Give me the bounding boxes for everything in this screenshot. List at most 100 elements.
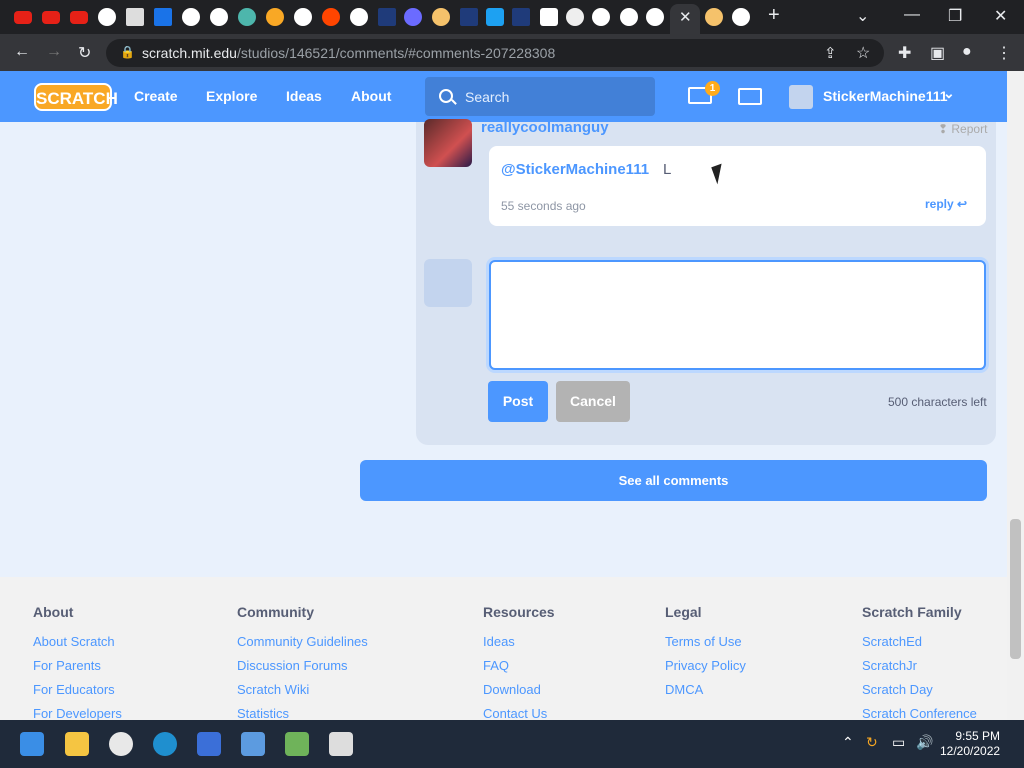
nav-ideas[interactable]: Ideas	[286, 88, 322, 104]
network-icon[interactable]: ▭	[892, 734, 905, 751]
profile-icon[interactable]: ●	[962, 43, 972, 61]
maximize-icon[interactable]: ❐	[948, 6, 962, 26]
code-tab-icon[interactable]	[460, 8, 478, 26]
footer-link[interactable]: Download	[483, 682, 555, 706]
new-tab-icon[interactable]: +	[768, 4, 780, 27]
account-username[interactable]: StickerMachine111	[823, 88, 948, 104]
url-text: scratch.mit.edu/studios/146521/comments/…	[142, 45, 556, 61]
chrome-tab-icon[interactable]	[566, 8, 584, 26]
footer-link[interactable]: ScratchJr	[862, 658, 977, 682]
notepad-icon[interactable]	[241, 732, 265, 756]
post-button[interactable]: Post	[488, 381, 548, 422]
code-tab-icon[interactable]	[512, 8, 530, 26]
google-tab-icon[interactable]	[98, 8, 116, 26]
start-icon[interactable]	[20, 732, 44, 756]
comment-timestamp: 55 seconds ago	[501, 199, 586, 213]
user-avatar[interactable]	[789, 85, 813, 109]
footer-link[interactable]: For Parents	[33, 658, 122, 682]
monitor-tab-icon[interactable]	[126, 8, 144, 26]
report-link[interactable]: ❢ Report	[938, 122, 987, 136]
footer-link[interactable]: FAQ	[483, 658, 555, 682]
footer-link[interactable]: Privacy Policy	[665, 658, 746, 682]
footer-link[interactable]: Scratch Wiki	[237, 682, 368, 706]
window-close-icon[interactable]: ✕	[994, 6, 1007, 26]
share-icon[interactable]: ⇪	[824, 44, 837, 62]
tray-chevron-icon[interactable]: ⌃	[842, 734, 854, 751]
scratch-navbar: SCRATCH Create Explore Ideas About Searc…	[0, 71, 1007, 122]
google-tab-icon[interactable]	[620, 8, 638, 26]
snipping-tool-icon[interactable]	[329, 732, 353, 756]
footer-link[interactable]: ScratchEd	[862, 634, 977, 658]
chat-tab-icon[interactable]	[486, 8, 504, 26]
footer-link[interactable]: About Scratch	[33, 634, 122, 658]
footer-link[interactable]: DMCA	[665, 682, 746, 706]
comment-textarea[interactable]	[489, 260, 986, 370]
footer-link[interactable]: Ideas	[483, 634, 555, 658]
google-tab-icon[interactable]	[646, 8, 664, 26]
youtube-tab-icon[interactable]	[42, 11, 60, 24]
cancel-button[interactable]: Cancel	[556, 381, 630, 422]
at-tab-icon[interactable]	[404, 8, 422, 26]
reddit-tab-icon[interactable]	[322, 8, 340, 26]
nav-explore[interactable]: Explore	[206, 88, 257, 104]
close-icon[interactable]: ✕	[679, 8, 692, 26]
youtube-tab-icon[interactable]	[14, 11, 32, 24]
address-bar[interactable]: 🔒 scratch.mit.edu/studios/146521/comment…	[106, 39, 884, 67]
footer-link[interactable]: Scratch Day	[862, 682, 977, 706]
tab-search-icon[interactable]: ⌄	[856, 6, 869, 26]
footer-resources: Resources Ideas FAQ Download Contact Us	[483, 604, 555, 730]
app-tab-icon[interactable]	[432, 8, 450, 26]
volume-icon[interactable]: 🔊	[916, 734, 933, 751]
tl-tab-icon[interactable]	[154, 8, 172, 26]
my-avatar	[424, 259, 472, 307]
reload-icon[interactable]: ↻	[78, 43, 91, 63]
footer-link[interactable]: For Educators	[33, 682, 122, 706]
google-tab-icon[interactable]	[732, 8, 750, 26]
footer-link[interactable]: Terms of Use	[665, 634, 746, 658]
google-tab-icon[interactable]	[182, 8, 200, 26]
back-icon[interactable]: ←	[14, 43, 30, 61]
footer-family: Scratch Family ScratchEd ScratchJr Scrat…	[862, 604, 977, 730]
star-icon[interactable]: ☆	[856, 43, 870, 63]
footer-link[interactable]: Community Guidelines	[237, 634, 368, 658]
comment-mention[interactable]: @StickerMachine111	[501, 161, 649, 178]
footer-heading: Resources	[483, 604, 555, 620]
wave-tab-icon[interactable]	[238, 8, 256, 26]
forward-icon[interactable]: →	[46, 43, 62, 61]
minimize-icon[interactable]: —	[904, 6, 920, 24]
scrollbar-thumb[interactable]	[1010, 519, 1021, 659]
extensions-icon[interactable]: ✚	[898, 43, 911, 63]
active-tab[interactable]: ✕	[670, 4, 700, 34]
side-panel-icon[interactable]: ▣	[930, 43, 945, 63]
scratch-logo[interactable]: SCRATCH	[34, 83, 118, 111]
file-explorer-icon[interactable]	[65, 732, 89, 756]
nav-about[interactable]: About	[351, 88, 391, 104]
puzzle-tab-icon[interactable]	[540, 8, 558, 26]
reply-button[interactable]: reply ↩	[925, 197, 967, 211]
chrome-icon[interactable]	[109, 732, 133, 756]
google-tab-icon[interactable]	[210, 8, 228, 26]
my-stuff-folder-icon[interactable]	[738, 88, 762, 105]
comment-author[interactable]: reallycoolmanguy	[481, 119, 609, 136]
google-tab-icon[interactable]	[294, 8, 312, 26]
code-tab-icon[interactable]	[378, 8, 396, 26]
update-icon[interactable]: ↻	[866, 734, 878, 751]
app-tab-icon[interactable]	[266, 8, 284, 26]
commenter-avatar[interactable]	[424, 119, 472, 167]
page-scrollbar[interactable]	[1007, 71, 1024, 720]
editor-icon[interactable]	[285, 732, 309, 756]
chevron-down-icon[interactable]: ⌄	[943, 85, 955, 102]
edge-icon[interactable]	[153, 732, 177, 756]
taskbar-clock[interactable]: 9:55 PM 12/20/2022	[940, 729, 1000, 759]
app-tab-icon[interactable]	[705, 8, 723, 26]
nav-create[interactable]: Create	[134, 88, 178, 104]
footer-link[interactable]: Discussion Forums	[237, 658, 368, 682]
see-all-comments-button[interactable]: See all comments	[360, 460, 987, 501]
search-input[interactable]: Search	[425, 77, 655, 116]
youtube-tab-icon[interactable]	[70, 11, 88, 24]
menu-icon[interactable]: ⋮	[996, 43, 1012, 63]
store-icon[interactable]	[197, 732, 221, 756]
google-tab-icon[interactable]	[592, 8, 610, 26]
google-tab-icon[interactable]	[350, 8, 368, 26]
clock-time: 9:55 PM	[955, 729, 1001, 743]
